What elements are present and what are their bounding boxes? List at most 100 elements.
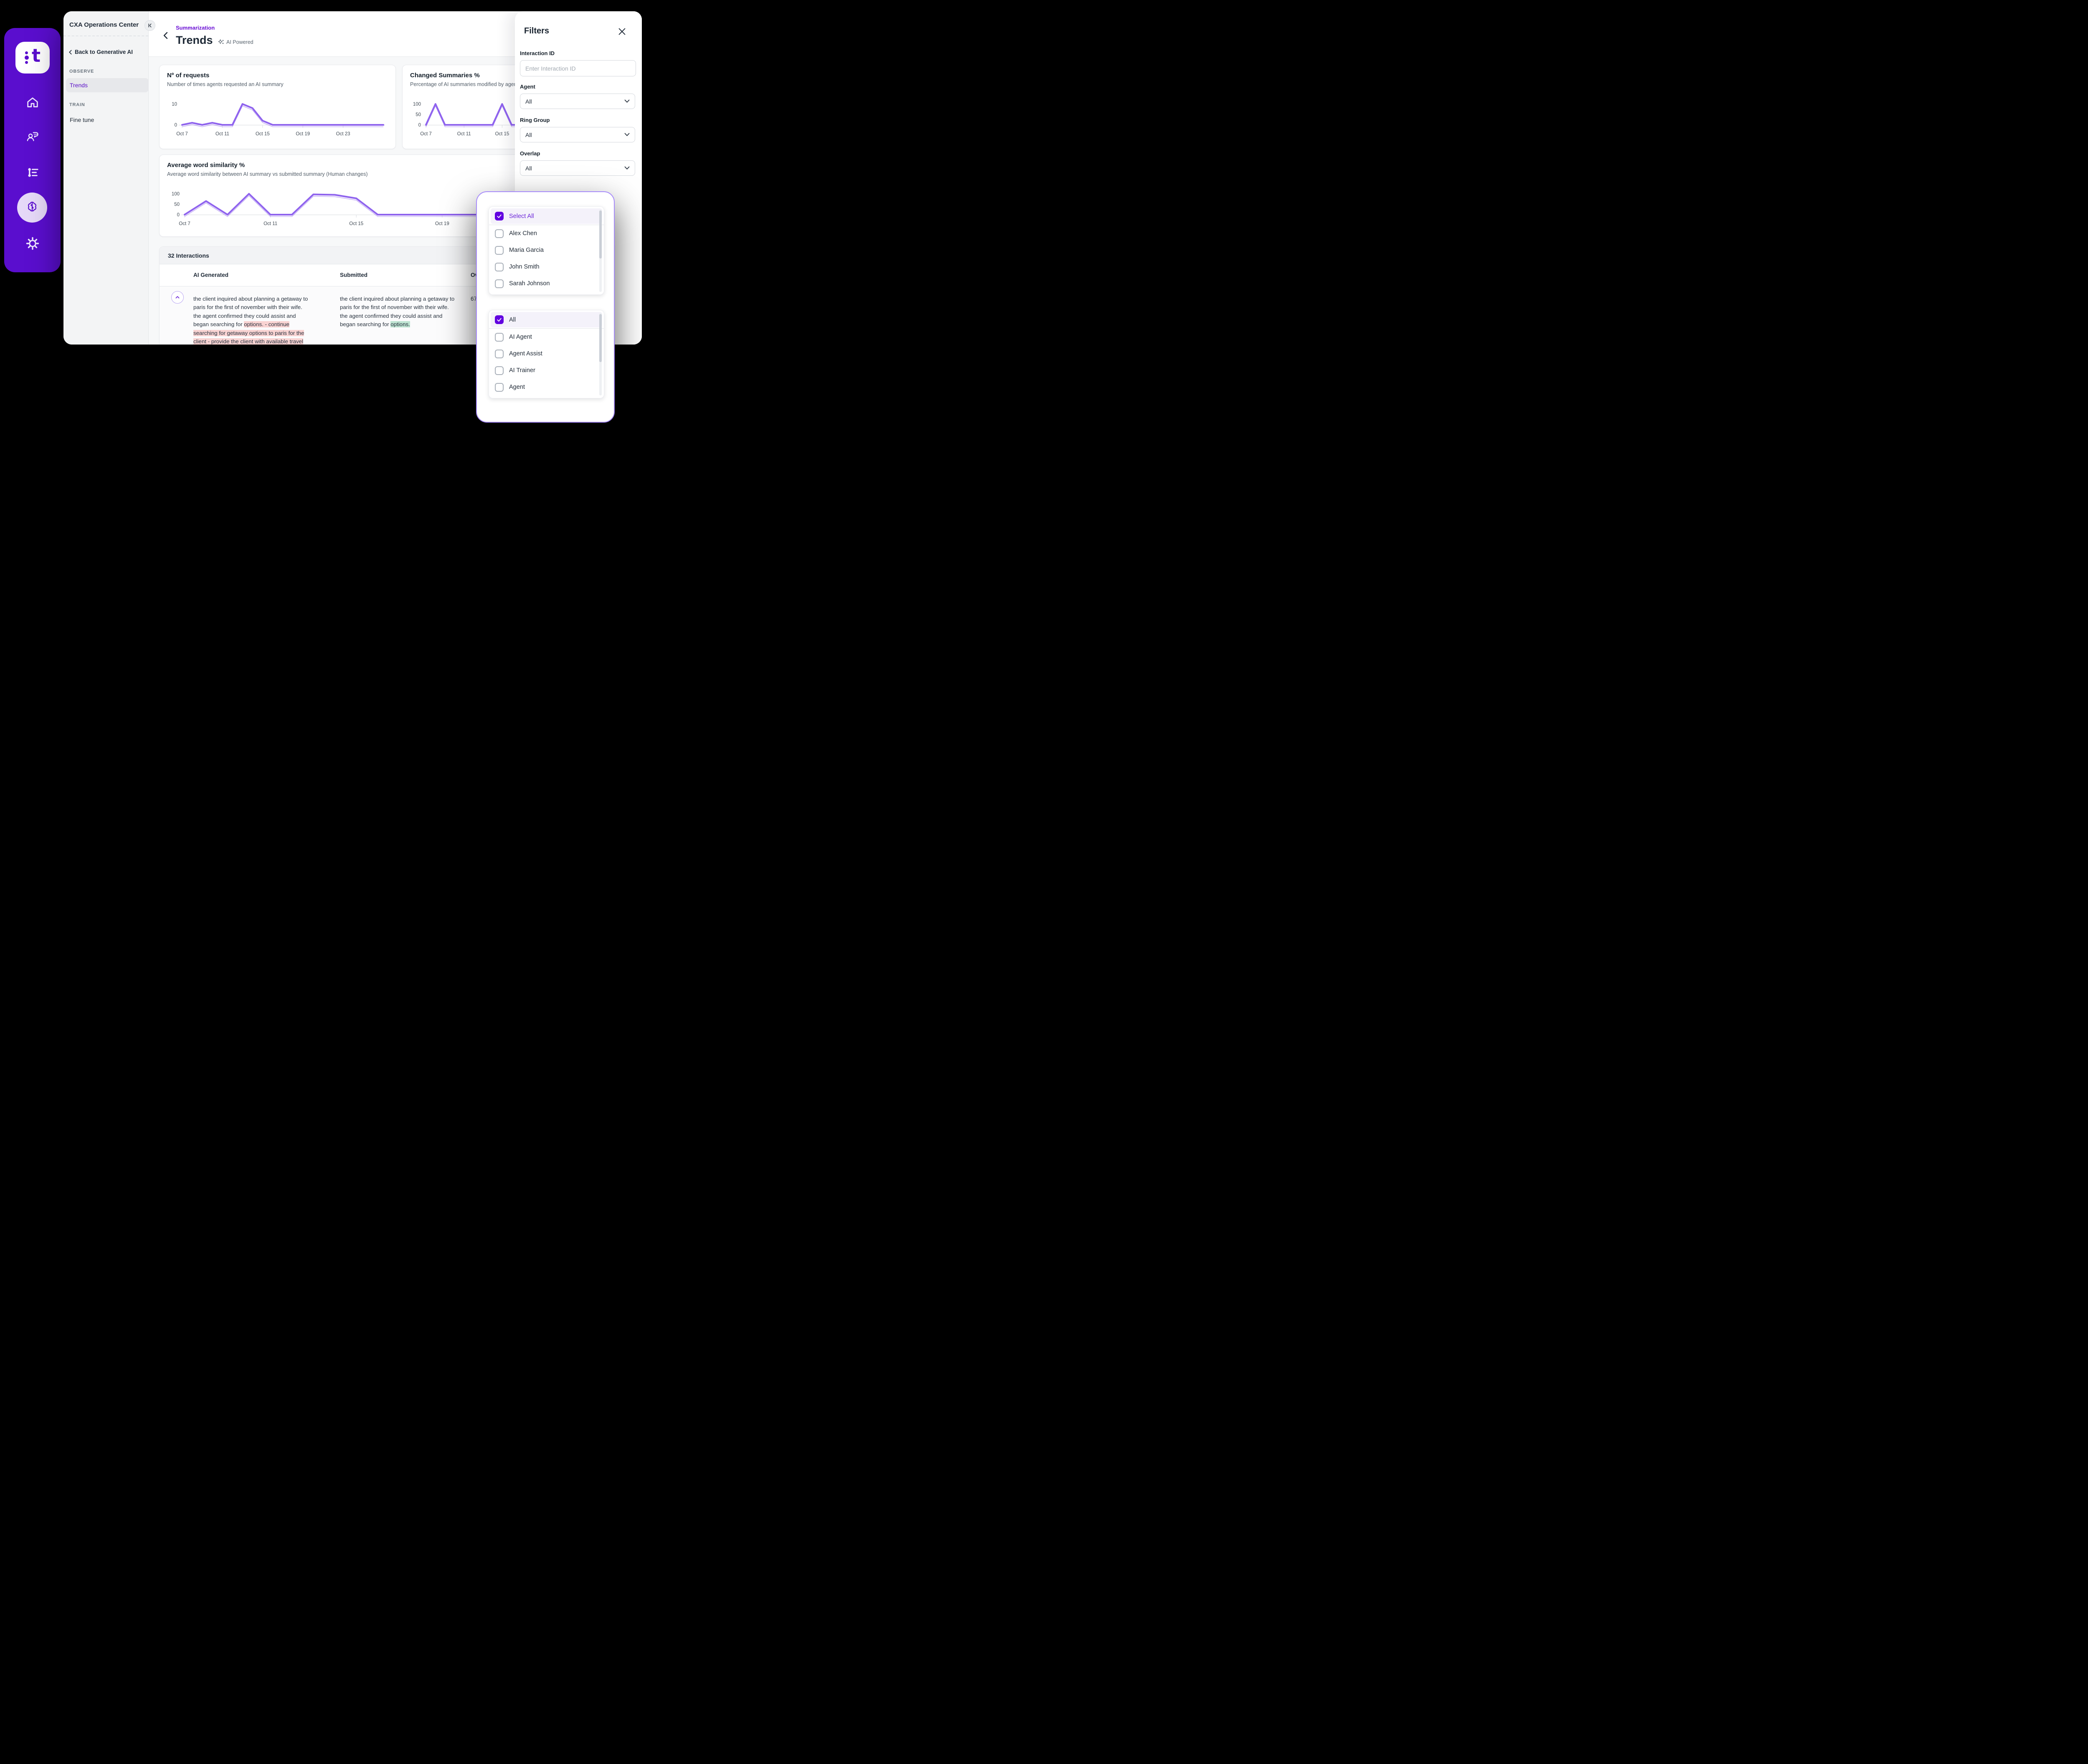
- svg-text:100: 100: [413, 102, 421, 107]
- checkbox-item-all[interactable]: All: [491, 312, 602, 327]
- checkbox-item-maria-garcia[interactable]: Maria Garcia: [489, 242, 604, 259]
- svg-text:Oct 7: Oct 7: [420, 132, 431, 137]
- checkbox-unchecked-icon[interactable]: [495, 366, 504, 375]
- logo-dots-icon: [25, 51, 29, 64]
- checkbox-label: Maria Garcia: [509, 247, 544, 253]
- chevron-down-icon: [624, 166, 630, 170]
- row-collapse-button[interactable]: [171, 291, 184, 304]
- workflow-icon: [25, 165, 40, 180]
- checkbox-item-agent[interactable]: Agent: [489, 379, 604, 395]
- back-to-generative-ai[interactable]: Back to Generative AI: [68, 49, 133, 55]
- gear-icon: [25, 236, 40, 251]
- checkbox-label: Agent Assist: [509, 350, 542, 357]
- role-checkbox-list: All AI Agent Agent Assist AI TrainerAgent: [489, 310, 604, 398]
- interactions-count: 32 Interactions: [168, 252, 209, 259]
- checkbox-checked-icon[interactable]: [495, 212, 504, 220]
- checkbox-unchecked-icon[interactable]: [495, 279, 504, 288]
- page-title: Trends: [176, 34, 213, 47]
- overlap-select[interactable]: All: [520, 160, 635, 176]
- checkbox-label: Select All: [509, 213, 534, 220]
- nav-item-trends-label: Trends: [70, 82, 88, 89]
- checkbox-label: Sarah Johnson: [509, 280, 550, 287]
- filters-title: Filters: [524, 26, 549, 36]
- chevron-left-icon: [163, 32, 168, 39]
- svg-text:10: 10: [172, 102, 177, 107]
- screen: t: [0, 0, 654, 441]
- home-icon: [25, 95, 40, 109]
- filter-options-popover: Select All Alex Chen Maria Garcia John Smit…: [476, 191, 615, 423]
- filters-close-button[interactable]: [618, 28, 626, 35]
- card-n-of-requests: Nº of requests Number of times agents re…: [159, 65, 396, 149]
- agent-select[interactable]: All: [520, 94, 635, 109]
- rail-item-workflow[interactable]: [4, 165, 61, 180]
- checkbox-label: John Smith: [509, 264, 540, 270]
- app-rail: t: [4, 28, 61, 272]
- checkbox-unchecked-icon[interactable]: [495, 229, 504, 238]
- nav-item-trends[interactable]: Trends: [66, 78, 149, 92]
- interaction-id-label: Interaction ID: [520, 50, 555, 56]
- card-subtitle: Percentage of AI summaries modified by a…: [410, 81, 521, 87]
- rail-item-agents[interactable]: [4, 129, 61, 144]
- ai-brain-icon: [24, 200, 40, 215]
- chevron-down-icon: [624, 133, 630, 137]
- checkbox-unchecked-icon[interactable]: [495, 246, 504, 255]
- rail-item-home[interactable]: [4, 95, 61, 109]
- svg-text:Oct 19: Oct 19: [435, 221, 449, 226]
- card-title: Average word similarity %: [167, 162, 245, 169]
- close-icon: [618, 28, 626, 35]
- ring-group-select[interactable]: All: [520, 127, 635, 142]
- svg-text:Oct 19: Oct 19: [296, 132, 310, 137]
- svg-text:0: 0: [175, 123, 177, 128]
- rail-item-settings[interactable]: [4, 236, 61, 251]
- nav-item-fine-tune[interactable]: Fine tune: [70, 117, 94, 123]
- svg-text:Oct 15: Oct 15: [495, 132, 509, 137]
- scrollbar-track[interactable]: [599, 313, 602, 395]
- cell-ai-generated: the client inquired about planning a get…: [193, 295, 319, 345]
- checkbox-unchecked-icon[interactable]: [495, 263, 504, 271]
- sparkle-icon: [218, 39, 224, 46]
- svg-text:Oct 15: Oct 15: [256, 132, 270, 137]
- svg-text:Oct 7: Oct 7: [176, 132, 188, 137]
- checkbox-item-agent-assist[interactable]: Agent Assist: [489, 345, 604, 362]
- ring-group-filter-label: Ring Group: [520, 117, 550, 123]
- left-nav: CXA Operations Center Back to Generative…: [63, 11, 149, 345]
- svg-text:Oct 7: Oct 7: [179, 221, 190, 226]
- svg-text:50: 50: [174, 202, 180, 207]
- breadcrumb[interactable]: Summarization: [176, 25, 215, 31]
- checkbox-item-sarah-johnson[interactable]: Sarah Johnson: [489, 275, 604, 292]
- talkdesk-logo[interactable]: t: [15, 42, 50, 74]
- back-label: Back to Generative AI: [75, 49, 133, 55]
- scrollbar-thumb[interactable]: [599, 314, 602, 362]
- checkbox-item-ai-agent[interactable]: AI Agent: [489, 329, 604, 345]
- checkbox-item-ai-trainer[interactable]: AI Trainer: [489, 362, 604, 379]
- page-back-button[interactable]: [163, 32, 168, 39]
- agent-filter-label: Agent: [520, 84, 535, 90]
- checkbox-checked-icon[interactable]: [495, 315, 504, 324]
- green-highlight: options.: [390, 321, 410, 327]
- column-ai-generated: AI Generated: [193, 272, 228, 278]
- svg-text:Oct 11: Oct 11: [264, 221, 277, 226]
- rail-item-ai-active[interactable]: [17, 193, 47, 223]
- checkbox-unchecked-icon[interactable]: [495, 383, 504, 392]
- scrollbar-thumb[interactable]: [599, 210, 602, 259]
- ring-group-select-value: All: [525, 132, 532, 138]
- checkbox-unchecked-icon[interactable]: [495, 333, 504, 342]
- checkbox-unchecked-icon[interactable]: [495, 350, 504, 358]
- collapse-left-icon: [147, 23, 153, 28]
- overlap-filter-label: Overlap: [520, 150, 540, 157]
- svg-text:100: 100: [172, 192, 180, 197]
- agent-select-value: All: [525, 98, 532, 105]
- checkbox-item-select-all[interactable]: Select All: [491, 208, 602, 224]
- scrollbar-track[interactable]: [599, 209, 602, 292]
- checkbox-item-alex-chen[interactable]: Alex Chen: [489, 225, 604, 242]
- nav-divider: [63, 35, 148, 36]
- nav-collapse-button[interactable]: [144, 20, 155, 31]
- svg-text:0: 0: [177, 213, 180, 218]
- nav-section-observe: OBSERVE: [69, 69, 94, 74]
- chevron-down-icon: [624, 99, 630, 103]
- checkbox-item-john-smith[interactable]: John Smith: [489, 259, 604, 275]
- requests-line-chart: 100Oct 7Oct 11Oct 15Oct 19Oct 23: [160, 91, 395, 146]
- ai-powered-badge: AI Powered: [218, 39, 253, 46]
- chevron-left-icon: [68, 49, 72, 55]
- interaction-id-input[interactable]: [520, 60, 636, 76]
